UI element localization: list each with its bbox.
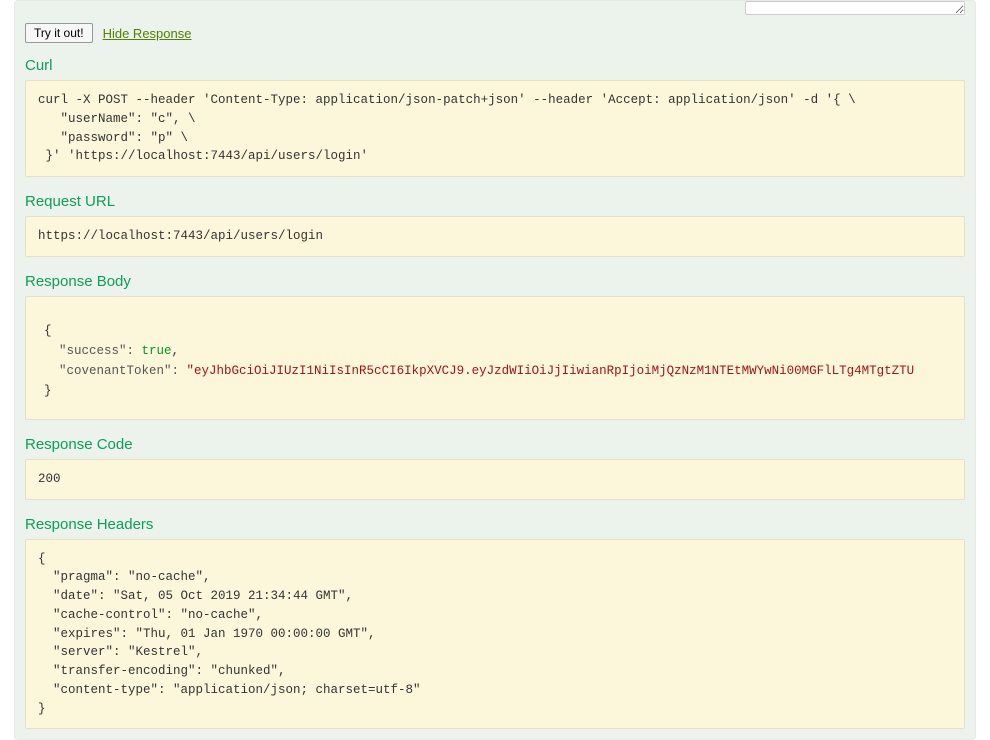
json-key-covenanttoken: "covenantToken": <box>44 364 187 378</box>
response-headers-content: { "pragma": "no-cache", "date": "Sat, 05… <box>25 539 965 730</box>
response-body-section: Response Body { "success": true, "covena… <box>15 267 975 430</box>
json-value-token: "eyJhbGciOiJIUzI1NiIsInR5cCI6IkpXVCJ9.ey… <box>187 364 915 378</box>
response-headers-title: Response Headers <box>25 510 965 533</box>
response-body-wrapper: { "success": true, "covenantToken": "eyJ… <box>25 296 965 420</box>
curl-section: Curl curl -X POST --header 'Content-Type… <box>15 51 975 187</box>
json-comma: , <box>172 344 180 358</box>
request-url-section: Request URL https://localhost:7443/api/u… <box>15 187 975 267</box>
api-response-panel: Try it out! Hide Response Curl curl -X P… <box>14 0 976 740</box>
try-it-out-button[interactable]: Try it out! <box>25 23 93 43</box>
curl-content: curl -X POST --header 'Content-Type: app… <box>25 80 965 177</box>
response-code-title: Response Code <box>25 430 965 453</box>
hide-response-link[interactable]: Hide Response <box>103 26 192 41</box>
json-brace: { <box>44 324 52 338</box>
curl-title: Curl <box>25 51 965 74</box>
response-headers-section: Response Headers { "pragma": "no-cache",… <box>15 510 975 740</box>
request-url-content: https://localhost:7443/api/users/login <box>25 216 965 257</box>
json-key-success: "success": <box>44 344 142 358</box>
response-code-section: Response Code 200 <box>15 430 975 510</box>
parameter-textarea[interactable] <box>745 1 965 15</box>
response-body-content: { "success": true, "covenantToken": "eyJ… <box>32 303 958 413</box>
json-value-true: true <box>142 344 172 358</box>
response-code-content: 200 <box>25 459 965 500</box>
toolbar-row: Try it out! Hide Response <box>15 1 975 51</box>
request-url-title: Request URL <box>25 187 965 210</box>
json-brace: } <box>44 384 52 398</box>
response-body-title: Response Body <box>25 267 965 290</box>
